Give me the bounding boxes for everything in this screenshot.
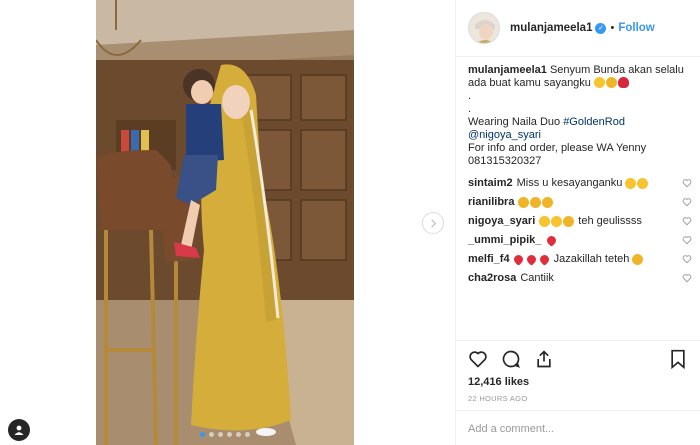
- kiss-emoji-icon: [637, 178, 649, 189]
- comment-like-icon[interactable]: [682, 235, 692, 245]
- comment-row: rianilibra: [468, 193, 696, 212]
- kiss-emoji-icon: [542, 197, 554, 208]
- mention-link[interactable]: @nigoya_syari: [468, 129, 541, 141]
- avatar[interactable]: [468, 12, 500, 44]
- kiss-emoji-icon: [530, 197, 542, 208]
- photo-illustration: [96, 0, 354, 445]
- carousel-dot[interactable]: [245, 432, 250, 437]
- comment-username[interactable]: cha2rosa: [468, 272, 516, 285]
- comment-username[interactable]: nigoya_syari: [468, 215, 535, 228]
- comment-like-icon[interactable]: [682, 197, 692, 207]
- header-separator: •: [610, 22, 615, 34]
- post-header: mulanjameela1 ✓ • Follow: [456, 0, 700, 57]
- next-slide-button[interactable]: [422, 212, 444, 234]
- post-author-username[interactable]: mulanjameela1: [510, 22, 592, 34]
- comment-row: cha2rosa Cantiik: [468, 269, 696, 288]
- comment-like-icon[interactable]: [682, 273, 692, 283]
- likes-count[interactable]: 12,416 likes: [468, 376, 529, 388]
- caption-phone: 081315320327: [468, 155, 542, 167]
- red-heart-emoji-icon: [545, 234, 559, 247]
- comment-row: sintaim2 Miss u kesayanganku: [468, 174, 696, 193]
- share-icon[interactable]: [534, 349, 554, 369]
- kiss-emoji-icon: [625, 178, 637, 189]
- comment-row: _ummi_pipik_: [468, 231, 696, 250]
- kiss-emoji-icon: [632, 254, 644, 265]
- comment-username[interactable]: sintaim2: [468, 177, 513, 190]
- user-icon: [14, 425, 24, 435]
- kiss-emoji-icon: [518, 197, 530, 208]
- comment-like-icon[interactable]: [682, 178, 692, 188]
- avatar-image: [469, 13, 499, 43]
- post-details-panel: mulanjameela1 ✓ • Follow mulanjameela1 S…: [455, 0, 700, 445]
- tagged-users-button[interactable]: [8, 419, 30, 441]
- caption-line: Wearing Naila Duo #GoldenRod: [468, 116, 696, 129]
- heart-eyes-emoji-icon: [539, 216, 551, 227]
- comment-text: Miss u kesayanganku: [516, 177, 623, 189]
- red-heart-emoji-icon: [511, 253, 525, 266]
- comment-username[interactable]: melfi_f4: [468, 253, 510, 266]
- comment-username[interactable]: rianilibra: [468, 196, 514, 209]
- comments-list: mulanjameela1 Senyum Bunda akan selalu a…: [468, 64, 696, 288]
- comment-input[interactable]: Add a comment...: [456, 410, 700, 445]
- red-heart-emoji-icon: [537, 253, 551, 266]
- post-caption: mulanjameela1 Senyum Bunda akan selalu a…: [468, 64, 696, 168]
- kiss-emoji-icon: [563, 216, 575, 227]
- bookmark-icon: [671, 349, 685, 369]
- carousel-dot[interactable]: [227, 432, 232, 437]
- carousel-dots: [96, 432, 354, 437]
- carousel-dot[interactable]: [236, 432, 241, 437]
- caption-line: mulanjameela1 Senyum Bunda akan selalu a…: [468, 64, 696, 90]
- post-photo[interactable]: [96, 0, 354, 445]
- caption-dot: .: [468, 90, 472, 102]
- hashtag-link[interactable]: #GoldenRod: [563, 116, 625, 128]
- comment-text: Cantiik: [520, 272, 554, 284]
- follow-button[interactable]: Follow: [618, 22, 654, 34]
- instagram-post-frame: mulanjameela1 ✓ • Follow mulanjameela1 S…: [0, 0, 700, 445]
- kiss-emoji-icon: [605, 77, 617, 88]
- save-button[interactable]: [669, 349, 687, 369]
- comment-username[interactable]: _ummi_pipik_: [468, 234, 541, 247]
- comment-icon[interactable]: [501, 349, 521, 369]
- heart-icon[interactable]: [468, 349, 488, 369]
- media-column: [0, 0, 455, 445]
- post-timestamp[interactable]: 22 HOURS AGO: [468, 394, 527, 403]
- comment-row: nigoya_syari teh geulissss: [468, 212, 696, 231]
- caption-dot: .: [468, 103, 472, 115]
- comment-text: teh geulissss: [578, 215, 642, 227]
- caption-info: For info and order, please WA Yenny: [468, 142, 647, 154]
- comment-text: Jazakillah teteh: [553, 253, 630, 265]
- rose-emoji-icon: [617, 77, 629, 88]
- comment-like-icon[interactable]: [682, 216, 692, 226]
- verified-badge-icon: ✓: [595, 22, 607, 34]
- comment-like-icon[interactable]: [682, 254, 692, 264]
- red-heart-emoji-icon: [524, 253, 538, 266]
- heart-eyes-emoji-icon: [551, 216, 563, 227]
- baby-emoji-icon: [593, 77, 605, 88]
- comment-row: melfi_f4 Jazakillah teteh: [468, 250, 696, 269]
- caption-wearing: Wearing Naila Duo: [468, 116, 561, 128]
- carousel-dot[interactable]: [209, 432, 214, 437]
- caption-username[interactable]: mulanjameela1: [468, 64, 547, 76]
- action-icons: [468, 349, 554, 369]
- post-actions: 12,416 likes 22 HOURS AGO Add a comment.…: [456, 340, 700, 445]
- carousel-dot[interactable]: [200, 432, 205, 437]
- carousel-dot[interactable]: [218, 432, 223, 437]
- chevron-right-icon: [430, 218, 436, 228]
